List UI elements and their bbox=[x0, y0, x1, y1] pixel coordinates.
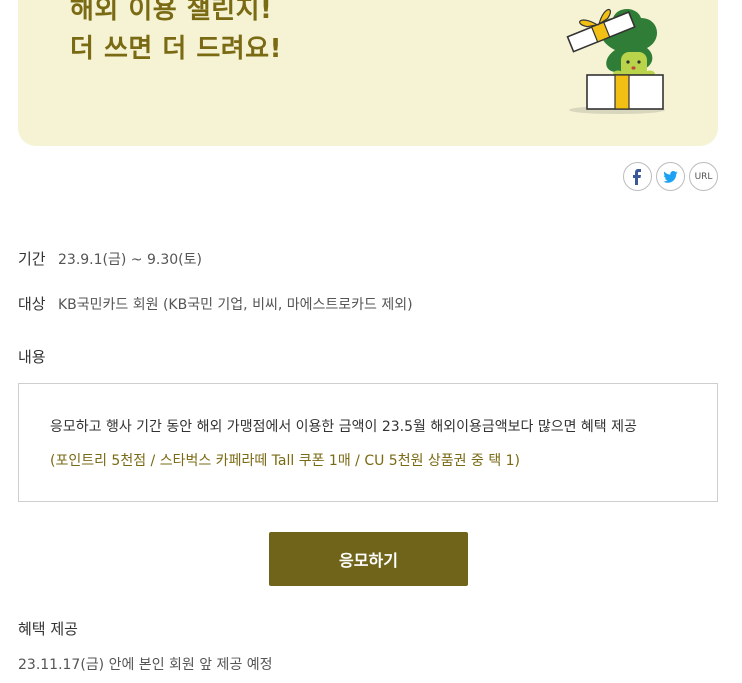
benefit-description: 23.11.17(금) 안에 본인 회원 앞 제공 예정 bbox=[18, 657, 273, 673]
url-label: URL bbox=[694, 171, 713, 182]
target-value: KB국민카드 회원 (KB국민 기업, 비씨, 마에스트로카드 제외) bbox=[58, 297, 413, 313]
content-benefit-options: (포인트리 5천점 / 스타벅스 카페라떼 Tall 쿠폰 1매 / CU 5천… bbox=[50, 453, 521, 469]
target-label: 대상 bbox=[18, 295, 46, 313]
facebook-share-button[interactable] bbox=[623, 162, 652, 191]
banner-title-line1: 해외 이용 챌린지! bbox=[70, 0, 273, 25]
content-description: 응모하고 행사 기간 동안 해외 가맹점에서 이용한 금액이 23.5월 해외이… bbox=[50, 419, 637, 435]
twitter-icon bbox=[663, 170, 678, 183]
gift-box-character-illustration bbox=[566, 8, 665, 114]
content-label: 내용 bbox=[18, 348, 46, 366]
period-value: 23.9.1(금) ~ 9.30(토) bbox=[58, 252, 202, 268]
banner-title-line2: 더 쓰면 더 드려요! bbox=[70, 34, 282, 64]
content-box: 응모하고 행사 기간 동안 해외 가맹점에서 이용한 금액이 23.5월 해외이… bbox=[18, 383, 718, 502]
apply-button[interactable]: 응모하기 bbox=[269, 532, 468, 586]
facebook-icon bbox=[632, 168, 641, 185]
period-label: 기간 bbox=[18, 250, 46, 268]
twitter-share-button[interactable] bbox=[656, 162, 685, 191]
url-copy-button[interactable]: URL bbox=[689, 162, 718, 191]
benefit-title: 혜택 제공 bbox=[18, 620, 78, 638]
